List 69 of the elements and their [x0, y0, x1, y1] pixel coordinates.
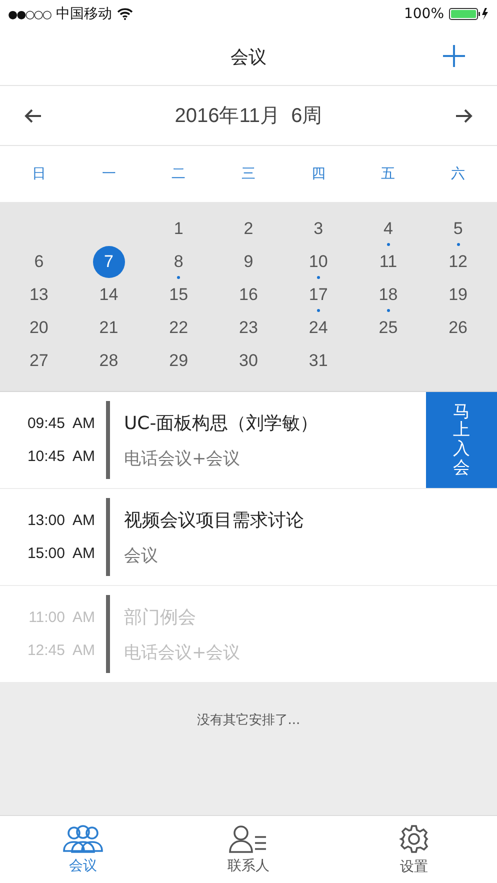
signal-strength: ●●○○○	[8, 8, 51, 20]
page-title: 会议	[230, 46, 266, 68]
calendar-day[interactable]: 5	[442, 212, 474, 244]
calendar-day[interactable]: 31	[302, 344, 334, 376]
arrow-left-icon[interactable]	[24, 108, 42, 124]
calendar-day[interactable]: 30	[232, 344, 264, 376]
battery-icon	[449, 7, 489, 21]
period-label: 2016年11月 6周	[174, 104, 322, 129]
calendar-day[interactable]: 4	[372, 212, 404, 244]
weekday-label: 二	[172, 165, 186, 183]
tab-item[interactable]: 设置	[354, 816, 474, 883]
calendar-day[interactable]: 22	[162, 312, 195, 344]
calendar-day[interactable]: 23	[232, 312, 264, 344]
end-time: 10:45 AM	[27, 448, 95, 465]
calendar-day[interactable]: 25	[372, 312, 404, 344]
settings-icon	[399, 824, 430, 854]
battery-percent: 100%	[404, 6, 444, 22]
contact-list-icon	[228, 824, 268, 852]
empty-note: 没有其它安排了...	[196, 712, 300, 730]
calendar-day[interactable]: 11	[372, 246, 404, 278]
weekday-label: 五	[381, 165, 396, 183]
meeting-row[interactable]: 09:45 AM 10:45 AM UC-面板构思（刘学敏） 电话会议+会议 马上入会	[0, 392, 497, 489]
start-time: 11:00 AM	[28, 609, 95, 626]
end-time: 12:45 AM	[27, 642, 95, 659]
calendar-day[interactable]: 24	[302, 312, 334, 344]
meeting-title: 部门例会	[124, 606, 197, 628]
calendar-day[interactable]: 2	[232, 212, 264, 244]
weekday-label: 四	[311, 165, 326, 183]
calendar-day[interactable]: 29	[162, 344, 195, 376]
arrow-right-icon[interactable]	[455, 108, 473, 124]
calendar-day[interactable]: 28	[92, 344, 125, 376]
calendar-day[interactable]: 27	[22, 344, 55, 376]
weekday-label: 六	[451, 165, 466, 183]
calendar-day[interactable]: 20	[22, 312, 55, 344]
calendar-day[interactable]: 8	[162, 246, 195, 278]
meeting-title: UC-面板构思（刘学敏）	[124, 412, 320, 434]
people-icon	[62, 824, 104, 852]
join-button[interactable]: 马上入会	[426, 392, 497, 488]
calendar-day[interactable]: 6	[22, 246, 55, 278]
calendar-day[interactable]: 9	[232, 246, 264, 278]
end-time: 15:00 AM	[27, 545, 95, 562]
calendar-day[interactable]: 13	[22, 278, 55, 310]
calendar-day[interactable]: 3	[302, 212, 334, 244]
start-time: 09:45 AM	[27, 415, 95, 432]
weekday-label: 一	[102, 165, 116, 183]
calendar-day[interactable]: 21	[92, 312, 125, 344]
add-icon[interactable]	[442, 44, 466, 68]
meeting-type: 会议	[124, 544, 159, 566]
calendar-day[interactable]: 16	[232, 278, 264, 310]
start-time: 13:00 AM	[27, 512, 95, 529]
weekday-label: 三	[241, 165, 256, 183]
tab-item[interactable]: 联系人	[188, 816, 308, 883]
calendar-day[interactable]: 14	[92, 278, 125, 310]
calendar-day[interactable]: 10	[302, 246, 334, 278]
weekday-label: 日	[32, 165, 46, 183]
calendar-day[interactable]: 7	[92, 246, 125, 278]
calendar-day[interactable]: 26	[442, 312, 474, 344]
meeting-type: 电话会议+会议	[124, 448, 242, 470]
calendar-day[interactable]: 12	[442, 246, 474, 278]
wifi-icon	[117, 8, 133, 20]
calendar-day[interactable]: 17	[302, 278, 334, 310]
calendar-day[interactable]: 19	[442, 278, 474, 310]
calendar-day[interactable]: 18	[372, 278, 404, 310]
meeting-type: 电话会议+会议	[124, 642, 242, 664]
carrier-name: 中国移动	[56, 5, 112, 23]
tab-item[interactable]: 会议	[22, 816, 143, 883]
meeting-title: 视频会议项目需求讨论	[124, 508, 305, 532]
calendar-day[interactable]: 15	[162, 278, 195, 310]
calendar-day[interactable]: 1	[162, 212, 195, 244]
